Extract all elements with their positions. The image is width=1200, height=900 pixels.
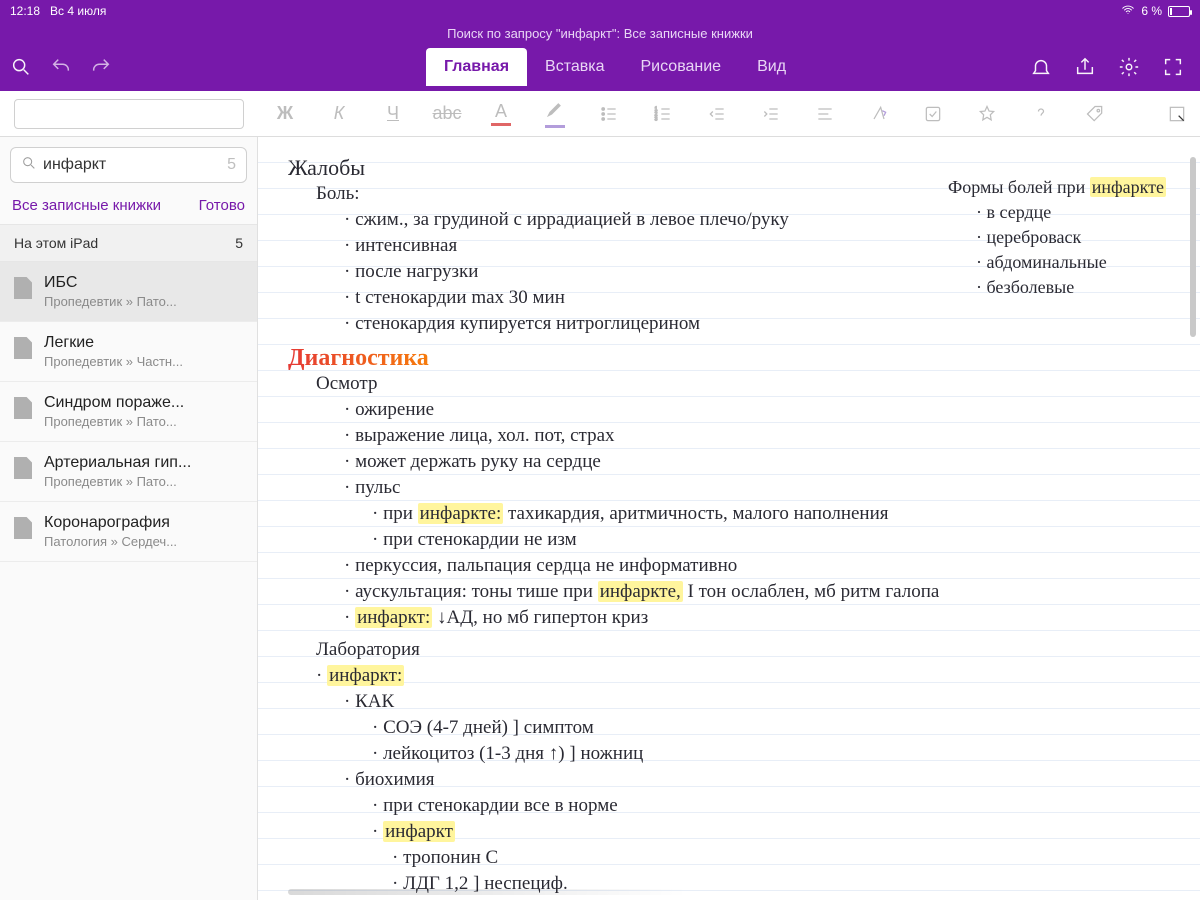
status-time: 12:18	[10, 4, 40, 18]
search-scope-link[interactable]: Все записные книжки	[12, 197, 161, 214]
result-title: Синдром пораже...	[44, 394, 184, 412]
result-group-header: На этом iPad 5	[0, 225, 257, 262]
highlight-button[interactable]	[538, 97, 572, 131]
tab-view[interactable]: Вид	[739, 48, 804, 86]
search-input[interactable]: инфаркт 5	[10, 147, 247, 183]
bullets-button[interactable]	[592, 97, 626, 131]
styles-button[interactable]	[862, 97, 896, 131]
strikethrough-button[interactable]: abc	[430, 97, 464, 131]
result-title: Легкие	[44, 334, 183, 352]
fullscreen-icon[interactable]	[1160, 54, 1186, 80]
search-result-item[interactable]: Коронарография Патология » Сердеч...	[0, 502, 257, 562]
result-path: Пропедевтик » Пато...	[44, 414, 184, 429]
bold-button[interactable]: Ж	[268, 97, 302, 131]
indent-button[interactable]	[754, 97, 788, 131]
undo-icon[interactable]	[48, 54, 74, 80]
tab-home[interactable]: Главная	[426, 48, 527, 86]
bottom-shadow	[288, 889, 688, 895]
result-title: Артериальная гип...	[44, 454, 191, 472]
outdent-button[interactable]	[700, 97, 734, 131]
search-result-item[interactable]: Синдром пораже... Пропедевтик » Пато...	[0, 382, 257, 442]
result-path: Пропедевтик » Пато...	[44, 474, 191, 489]
page-mode-button[interactable]	[1160, 97, 1194, 131]
underline-button[interactable]: Ч	[376, 97, 410, 131]
redo-icon[interactable]	[88, 54, 114, 80]
result-title: ИБС	[44, 274, 177, 292]
result-path: Пропедевтик » Частн...	[44, 354, 183, 369]
page-icon	[14, 397, 32, 419]
notifications-icon[interactable]	[1028, 54, 1054, 80]
result-title: Коронарография	[44, 514, 177, 532]
todo-button[interactable]	[916, 97, 950, 131]
favorite-button[interactable]	[970, 97, 1004, 131]
align-button[interactable]	[808, 97, 842, 131]
svg-text:3: 3	[655, 116, 658, 122]
page-icon	[14, 337, 32, 359]
search-result-item[interactable]: ИБС Пропедевтик » Пато...	[0, 262, 257, 322]
wifi-icon	[1121, 3, 1135, 20]
search-sidebar: инфаркт 5 Все записные книжки Готово На …	[0, 137, 258, 900]
ios-status-bar: 12:18 Вс 4 июля 6 %	[0, 0, 1200, 22]
app-header: Поиск по запросу "инфаркт": Все записные…	[0, 22, 1200, 91]
done-link[interactable]: Готово	[199, 197, 245, 214]
page-icon	[14, 517, 32, 539]
page-icon	[14, 277, 32, 299]
settings-icon[interactable]	[1116, 54, 1142, 80]
page-icon	[14, 457, 32, 479]
italic-button[interactable]: К	[322, 97, 356, 131]
note-canvas[interactable]: Жалобы Боль: сжим., за грудиной с ирради…	[258, 137, 1200, 900]
search-value: инфаркт	[43, 156, 106, 174]
tag-button[interactable]	[1078, 97, 1112, 131]
search-result-count: 5	[227, 156, 236, 174]
help-button[interactable]	[1024, 97, 1058, 131]
result-path: Пропедевтик » Пато...	[44, 294, 177, 309]
battery-icon	[1168, 6, 1190, 17]
magnifier-icon	[21, 155, 37, 176]
handwritten-side-note: Формы болей при инфаркте в сердце церебр…	[948, 175, 1200, 300]
format-toolbar: Ж К Ч abc А 123	[0, 91, 1200, 137]
tab-insert[interactable]: Вставка	[527, 48, 622, 86]
font-color-button[interactable]: А	[484, 97, 518, 131]
numbering-button[interactable]: 123	[646, 97, 680, 131]
search-result-item[interactable]: Артериальная гип... Пропедевтик » Пато..…	[0, 442, 257, 502]
search-result-item[interactable]: Легкие Пропедевтик » Частн...	[0, 322, 257, 382]
ribbon-tabs: Главная Вставка Рисование Вид	[258, 48, 972, 86]
battery-percent: 6 %	[1141, 4, 1162, 18]
search-icon[interactable]	[8, 54, 34, 80]
status-date: Вс 4 июля	[50, 4, 106, 18]
page-title-field[interactable]	[14, 99, 244, 129]
result-path: Патология » Сердеч...	[44, 534, 177, 549]
search-summary-label: Поиск по запросу "инфаркт": Все записные…	[0, 22, 1200, 43]
tab-draw[interactable]: Рисование	[623, 48, 740, 86]
share-icon[interactable]	[1072, 54, 1098, 80]
